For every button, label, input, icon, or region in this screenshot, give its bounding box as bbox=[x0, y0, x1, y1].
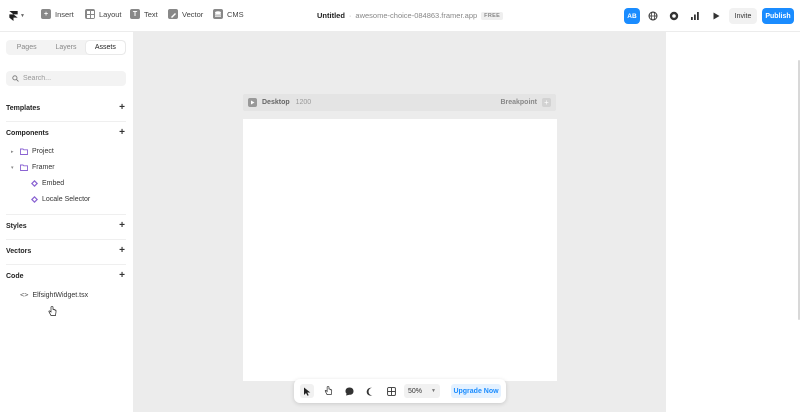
section-vectors[interactable]: Vectors + bbox=[6, 245, 126, 257]
pen-icon bbox=[168, 9, 178, 19]
breakpoint-button[interactable]: Breakpoint bbox=[500, 99, 537, 106]
desktop-frame[interactable] bbox=[243, 119, 557, 381]
chevron-down-icon: ▼ bbox=[20, 13, 25, 19]
sidebar-tabs: Pages Layers Assets bbox=[6, 40, 126, 55]
text-T-icon: T bbox=[130, 9, 140, 19]
section-components[interactable]: Components + bbox=[6, 127, 126, 139]
assets-search[interactable] bbox=[6, 71, 126, 86]
component-diamond-icon bbox=[31, 196, 38, 203]
vector-button[interactable]: Vector bbox=[168, 9, 203, 19]
chevron-down-icon[interactable]: ▾ bbox=[11, 165, 16, 171]
hand-icon bbox=[324, 386, 332, 395]
add-style-icon[interactable]: + bbox=[118, 221, 126, 231]
plan-badge: FREE bbox=[481, 11, 504, 20]
tree-item-project[interactable]: ▸ Project bbox=[11, 148, 54, 155]
frame-grid-icon bbox=[386, 386, 396, 396]
select-tool[interactable] bbox=[300, 384, 314, 398]
preview-play-icon[interactable] bbox=[709, 9, 723, 23]
section-code[interactable]: Code + bbox=[6, 270, 126, 282]
add-component-icon[interactable]: + bbox=[118, 128, 126, 138]
dark-mode-toggle[interactable] bbox=[363, 384, 377, 398]
component-diamond-icon bbox=[31, 180, 38, 187]
invite-button[interactable]: Invite bbox=[729, 8, 757, 24]
cms-label: CMS bbox=[227, 9, 244, 19]
top-toolbar: ▼ + Insert Layout T Text Vector CMS Unti… bbox=[0, 0, 800, 32]
left-sidebar: Pages Layers Assets Templates + Componen… bbox=[0, 32, 134, 412]
add-breakpoint-icon[interactable]: + bbox=[542, 98, 551, 107]
tree-item-embed[interactable]: Embed bbox=[31, 180, 64, 187]
tab-assets[interactable]: Assets bbox=[85, 41, 125, 54]
tab-pages[interactable]: Pages bbox=[7, 41, 46, 54]
add-template-icon[interactable]: + bbox=[118, 103, 126, 113]
folder-icon bbox=[20, 164, 28, 171]
play-icon[interactable] bbox=[248, 98, 257, 107]
search-icon bbox=[12, 75, 19, 82]
add-vector-icon[interactable]: + bbox=[118, 246, 126, 256]
vector-label: Vector bbox=[182, 9, 204, 19]
frame-header[interactable]: Desktop 1200 Breakpoint + bbox=[243, 94, 556, 111]
section-vectors-label: Vectors bbox=[6, 247, 32, 255]
zoom-select[interactable]: 50% ▼ bbox=[404, 384, 440, 398]
folder-icon bbox=[20, 148, 28, 155]
section-styles-label: Styles bbox=[6, 222, 27, 230]
tree-item-label: Framer bbox=[32, 164, 55, 171]
project-title-area[interactable]: Untitled · awesome-choice-084863.framer.… bbox=[317, 11, 504, 20]
database-icon bbox=[213, 9, 223, 19]
user-avatar[interactable]: AB bbox=[624, 8, 640, 24]
project-title[interactable]: Untitled bbox=[317, 11, 345, 20]
comment-tool[interactable] bbox=[342, 384, 356, 398]
pointer-icon bbox=[303, 387, 310, 396]
comment-bubble-icon bbox=[345, 387, 353, 395]
hand-cursor-icon bbox=[48, 306, 57, 316]
zoom-value: 50% bbox=[408, 387, 423, 395]
section-templates[interactable]: Templates + bbox=[6, 102, 126, 114]
code-file-item[interactable]: <> ElfsightWidget.tsx bbox=[20, 291, 88, 299]
section-components-label: Components bbox=[6, 129, 49, 137]
divider bbox=[6, 214, 126, 215]
code-brackets-icon: <> bbox=[20, 291, 29, 299]
add-code-icon[interactable]: + bbox=[118, 271, 126, 281]
globe-icon[interactable] bbox=[646, 9, 660, 23]
layout-grid-icon bbox=[85, 9, 95, 19]
grid-toggle[interactable] bbox=[384, 384, 398, 398]
layout-button[interactable]: Layout bbox=[85, 9, 122, 19]
code-file-label: ElfsightWidget.tsx bbox=[32, 291, 89, 299]
insert-label: Insert bbox=[55, 9, 74, 19]
text-label: Text bbox=[144, 9, 158, 19]
chevron-right-icon[interactable]: ▸ bbox=[11, 149, 16, 155]
plus-box-icon: + bbox=[41, 9, 51, 19]
tree-item-framer[interactable]: ▾ Framer bbox=[11, 164, 55, 171]
upgrade-now-button[interactable]: Upgrade Now bbox=[451, 384, 501, 398]
divider bbox=[6, 121, 126, 122]
section-code-label: Code bbox=[6, 272, 24, 280]
divider bbox=[6, 264, 126, 265]
search-input[interactable] bbox=[23, 75, 118, 82]
moon-icon bbox=[366, 387, 372, 396]
frame-width: 1200 bbox=[295, 99, 312, 106]
hand-tool[interactable] bbox=[321, 384, 335, 398]
insert-button[interactable]: + Insert bbox=[41, 9, 74, 19]
chevron-down-icon: ▼ bbox=[431, 388, 436, 394]
divider bbox=[6, 239, 126, 240]
publish-button[interactable]: Publish bbox=[762, 8, 794, 24]
tree-item-label: Embed bbox=[42, 180, 65, 187]
tree-item-label: Locale Selector bbox=[42, 196, 91, 203]
tree-item-label: Project bbox=[32, 148, 54, 155]
analytics-bars-icon[interactable] bbox=[688, 9, 702, 23]
framer-menu-button[interactable]: ▼ bbox=[6, 8, 28, 24]
cms-button[interactable]: CMS bbox=[213, 9, 244, 19]
layout-label: Layout bbox=[99, 9, 122, 19]
framer-logo-icon bbox=[9, 11, 18, 21]
text-button[interactable]: T Text bbox=[130, 9, 158, 19]
title-separator: · bbox=[348, 11, 352, 20]
record-icon[interactable] bbox=[667, 9, 681, 23]
project-url[interactable]: awesome-choice-084863.framer.app bbox=[355, 11, 477, 20]
section-styles[interactable]: Styles + bbox=[6, 220, 126, 232]
canvas-toolbar: 50% ▼ Upgrade Now bbox=[294, 379, 506, 403]
properties-panel bbox=[666, 32, 800, 412]
frame-name[interactable]: Desktop bbox=[262, 99, 290, 106]
section-templates-label: Templates bbox=[6, 104, 41, 112]
tab-layers[interactable]: Layers bbox=[46, 41, 85, 54]
tree-item-locale-selector[interactable]: Locale Selector bbox=[31, 196, 90, 203]
